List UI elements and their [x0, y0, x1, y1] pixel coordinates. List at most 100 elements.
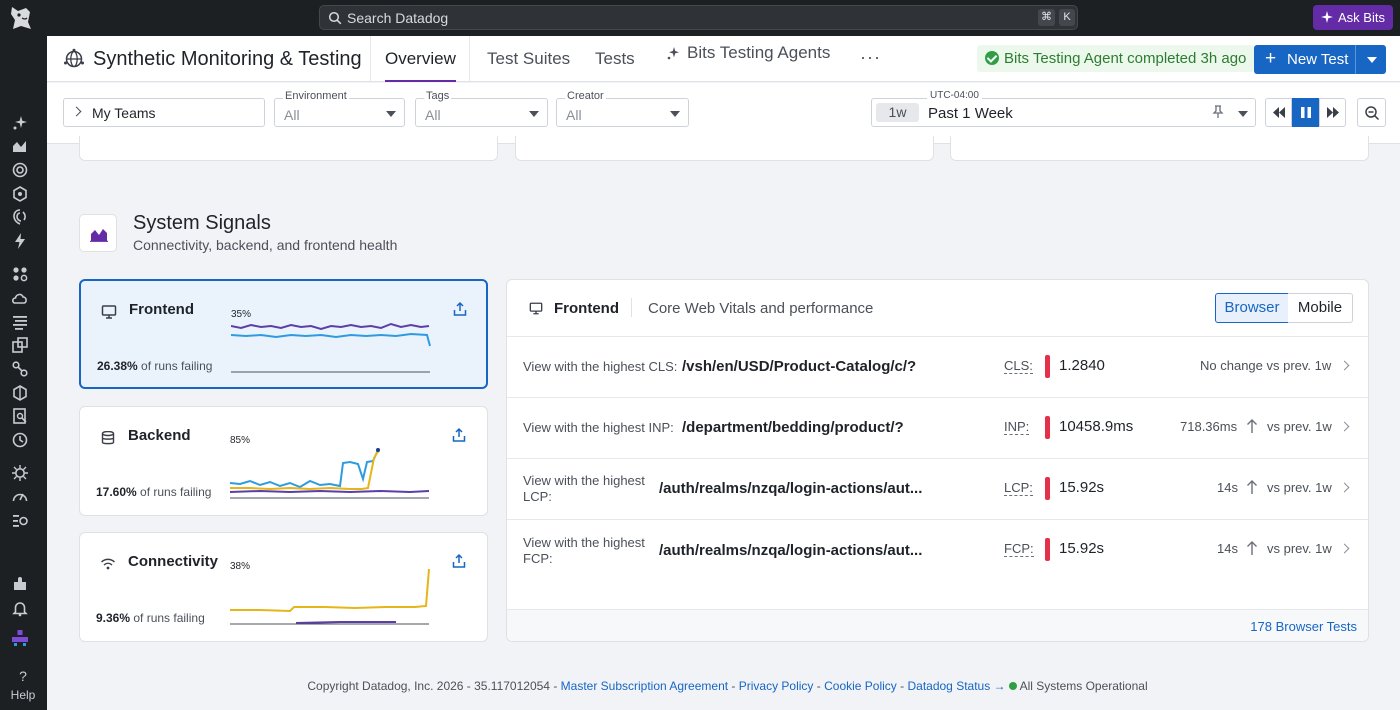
- monitor-icon: [529, 302, 543, 315]
- nav-events-icon[interactable]: [11, 232, 29, 250]
- nav-logs-icon[interactable]: [11, 313, 29, 331]
- browser-tests-link[interactable]: 178 Browser Tests: [1250, 619, 1357, 634]
- creator-value: All: [566, 107, 582, 123]
- ask-bits-button[interactable]: Ask Bits: [1313, 5, 1393, 30]
- nav-reports-icon[interactable]: [11, 512, 29, 530]
- nav-dashboards-icon[interactable]: [11, 137, 29, 155]
- nav-performance-icon[interactable]: [11, 488, 29, 506]
- row-label: View with the highest INP:: [523, 420, 674, 435]
- vital-row-fcp[interactable]: View with the highest FCP: /auth/realms/n…: [507, 520, 1368, 581]
- nav-digital-experience-icon[interactable]: [11, 336, 29, 354]
- datadog-logo[interactable]: [6, 2, 36, 32]
- share-icon[interactable]: [451, 427, 467, 443]
- tab-overview[interactable]: Overview: [385, 36, 456, 82]
- search-icon: [328, 11, 342, 25]
- row-label: View with the highest FCP:: [523, 535, 645, 567]
- msa-link[interactable]: Master Subscription Agreement: [561, 679, 728, 693]
- row-label-line-1: View with the highest: [523, 473, 645, 488]
- teams-filter[interactable]: My Teams: [63, 98, 265, 127]
- signal-name: Connectivity: [128, 553, 219, 570]
- nav-notifications-icon[interactable]: [11, 599, 29, 617]
- app-title: Synthetic Monitoring & Testing: [93, 48, 362, 70]
- help-menu[interactable]: ? Help: [0, 668, 46, 702]
- arrow-up-icon: [1247, 541, 1257, 555]
- comparison-text: vs prev. 1w: [1267, 541, 1332, 556]
- chevron-down-icon[interactable]: [1367, 57, 1377, 63]
- environment-select[interactable]: Environment All: [274, 90, 405, 127]
- browser-toggle[interactable]: Browser: [1215, 293, 1289, 323]
- share-icon[interactable]: [452, 301, 468, 317]
- vital-row-lcp[interactable]: View with the highest LCP: /auth/realms/n…: [507, 459, 1368, 520]
- tags-select[interactable]: Tags All: [415, 90, 548, 127]
- time-pause-button[interactable]: [1292, 98, 1319, 127]
- nav-synthetics-icon[interactable]: [11, 431, 29, 449]
- shortcut-k-key: K: [1059, 9, 1075, 26]
- nav-bug-icon[interactable]: [11, 464, 29, 482]
- tags-label: Tags: [424, 90, 452, 102]
- tab-bits-testing-agents[interactable]: Bits Testing Agents: [666, 36, 830, 76]
- metric-name: INP:: [1004, 419, 1030, 435]
- rewind-icon: [1273, 107, 1285, 118]
- tab-tests[interactable]: Tests: [595, 36, 635, 82]
- nav-organization-icon[interactable]: [11, 629, 29, 647]
- zoom-out-icon: [1365, 106, 1380, 121]
- metric-value: 15.92s: [1059, 479, 1105, 496]
- row-label-line-1: View with the highest: [523, 535, 645, 550]
- nav-software-delivery-icon[interactable]: [11, 384, 29, 402]
- nav-integrations-icon[interactable]: [11, 360, 29, 378]
- mobile-toggle[interactable]: Mobile: [1288, 293, 1353, 323]
- time-range-shortcut: 1w: [876, 103, 919, 122]
- chevron-down-icon: [529, 111, 539, 117]
- time-range-picker[interactable]: UTC-04:00 1w Past 1 Week: [871, 90, 1256, 127]
- datadog-status-link[interactable]: Datadog Status →: [907, 679, 1005, 693]
- nav-security-icon[interactable]: [11, 208, 29, 226]
- signal-card-connectivity[interactable]: Connectivity 38% 9.36% of runs failing: [79, 532, 488, 642]
- nav-watchdog-icon[interactable]: [11, 161, 29, 179]
- sparkline-blue-series: [231, 332, 431, 347]
- vital-row-inp[interactable]: View with the highest INP: /department/b…: [507, 398, 1368, 459]
- creator-label: Creator: [565, 90, 606, 102]
- share-icon[interactable]: [451, 553, 467, 569]
- sparkle-icon: [1321, 11, 1333, 23]
- sparkline-purple-series: [295, 621, 396, 624]
- detail-title: Frontend: [554, 300, 619, 317]
- new-test-button[interactable]: + New Test: [1254, 45, 1386, 74]
- sparkle-icon: [667, 47, 679, 60]
- new-test-label: New Test: [1287, 51, 1349, 68]
- cookie-policy-link[interactable]: Cookie Policy: [824, 679, 897, 693]
- zoom-out-button[interactable]: [1357, 98, 1386, 127]
- nav-notebooks-icon[interactable]: [11, 407, 29, 425]
- alert-indicator: [1045, 416, 1050, 439]
- failing-percent: 26.38%: [97, 359, 138, 373]
- pin-icon[interactable]: [1212, 105, 1224, 122]
- nav-cloud-icon[interactable]: [11, 289, 29, 307]
- row-label: View with the highest CLS:: [523, 359, 678, 374]
- failing-text: of runs failing: [136, 485, 212, 499]
- privacy-policy-link[interactable]: Privacy Policy: [739, 679, 814, 693]
- nav-extensions-icon[interactable]: [11, 575, 29, 593]
- more-tabs-button[interactable]: ···: [860, 47, 881, 68]
- monitor-icon: [101, 305, 117, 319]
- signal-card-frontend[interactable]: Frontend 35% 26.38% of runs failing: [79, 279, 488, 389]
- alert-indicator: [1045, 355, 1050, 378]
- left-nav: ? Help: [0, 36, 46, 710]
- summary-card: [515, 136, 934, 161]
- creator-select[interactable]: Creator All: [556, 90, 689, 127]
- vital-row-cls[interactable]: View with the highest CLS: /vsh/en/USD/P…: [507, 337, 1368, 398]
- time-back-button[interactable]: [1265, 98, 1292, 127]
- chevron-down-icon: [670, 111, 680, 117]
- nav-infrastructure-icon[interactable]: [11, 265, 29, 283]
- signal-name: Frontend: [129, 301, 194, 318]
- page-footer: Copyright Datadog, Inc. 2026 - 35.117012…: [47, 679, 1400, 693]
- area-chart-icon: [90, 229, 108, 242]
- global-search-input[interactable]: Search Datadog ⌘ K: [319, 5, 1078, 30]
- metric-name: CLS:: [1004, 358, 1033, 374]
- time-forward-button[interactable]: [1319, 98, 1346, 127]
- previous-value: 14s: [1217, 480, 1238, 495]
- tab-test-suites[interactable]: Test Suites: [487, 36, 570, 82]
- alert-indicator: [1045, 538, 1050, 561]
- nav-bits-ai-icon[interactable]: [11, 114, 29, 132]
- nav-apm-icon[interactable]: [11, 185, 29, 203]
- signal-card-backend[interactable]: Backend 85% 17.60% of runs failing: [79, 406, 488, 516]
- section-subtitle: Connectivity, backend, and frontend heal…: [133, 237, 398, 253]
